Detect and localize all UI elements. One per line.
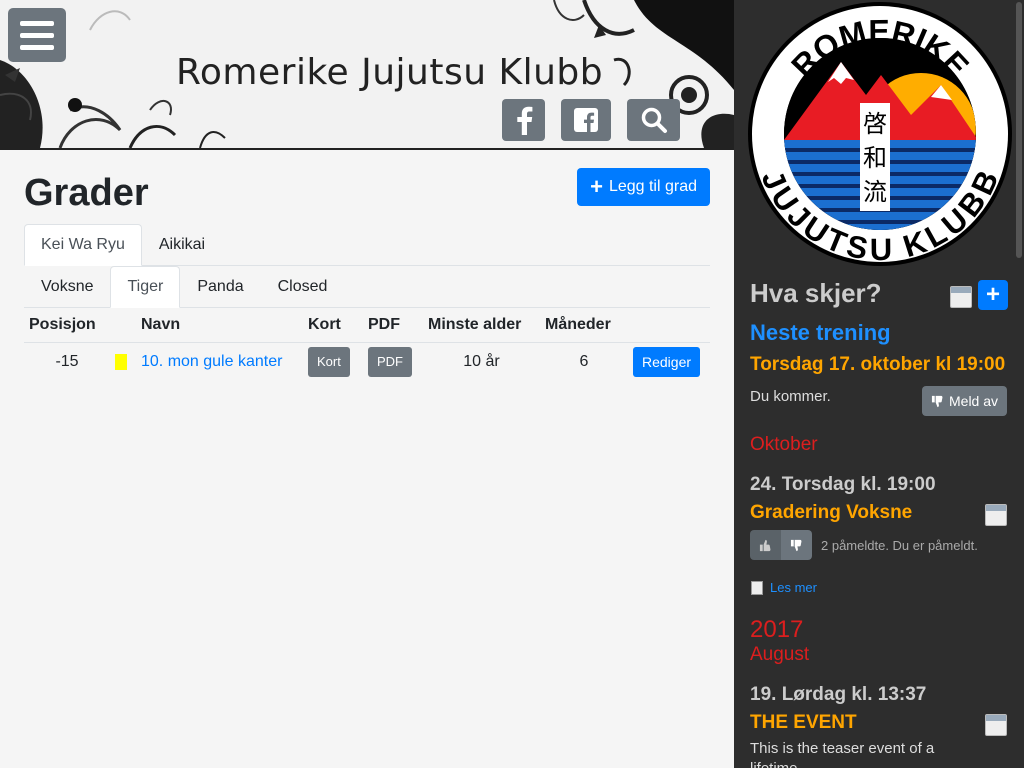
column-header-kort: Kort (303, 308, 363, 343)
sidebar: 啓 和 流 ROMERIKE JUJUTSU KLUBB Hva skjer? … (734, 0, 1024, 768)
facebook-group-button[interactable] (561, 99, 611, 141)
attendance-toggle (750, 530, 812, 560)
year-heading: 2017 (750, 616, 804, 643)
next-training-time: Torsdag 17. oktober kl 19:00 (750, 354, 1006, 375)
edit-button[interactable]: Rediger (633, 347, 701, 378)
event-title[interactable]: THE EVENT (750, 712, 857, 734)
add-grade-label: Legg til grad (608, 178, 697, 195)
site-title: Romerike Jujutsu Klubb (176, 52, 604, 93)
name-cell: 10. mon gule kanter (136, 342, 303, 382)
next-training-link[interactable]: Neste trening (750, 320, 891, 346)
calendar-icon[interactable] (985, 714, 1007, 736)
tab-closed[interactable]: Closed (261, 266, 345, 308)
column-header-min-age: Minste alder (423, 308, 540, 343)
hamburger-menu-icon (20, 20, 54, 26)
months-cell: 6 (579, 353, 589, 371)
month-heading-august: August (750, 644, 810, 665)
belt-color-swatch (115, 354, 127, 371)
facebook-icon (516, 106, 532, 135)
style-tabs: Kei Wa Ryu Aikikai (24, 224, 710, 266)
grade-name-link[interactable]: 10. mon gule kanter (141, 353, 282, 370)
belt-color-cell (110, 342, 136, 382)
document-icon (751, 581, 763, 595)
thumbs-down-button[interactable] (781, 530, 812, 560)
tab-aikikai[interactable]: Aikikai (142, 224, 222, 266)
events-heading: Hva skjer? (750, 278, 882, 308)
calendar-icon[interactable] (950, 286, 972, 308)
thumbs-down-icon (931, 395, 943, 407)
event-title[interactable]: Gradering Voksne (750, 502, 912, 524)
tab-voksne[interactable]: Voksne (24, 266, 110, 308)
kort-button[interactable]: Kort (308, 347, 350, 378)
month-heading-october: Oktober (750, 434, 818, 455)
logo-kanji-3: 流 (863, 178, 887, 206)
column-header-months: Måneder (540, 308, 628, 343)
thumbs-up-button[interactable] (750, 530, 781, 560)
page-title: Grader (24, 172, 149, 214)
search-icon (641, 107, 667, 133)
event-date: 24. Torsdag kl. 19:00 (750, 474, 936, 495)
grades-table: Posisjon Navn Kort PDF Minste alder Måne… (24, 308, 710, 382)
facebook-square-icon (574, 108, 598, 132)
logo-kanji-1: 啓 (863, 110, 887, 138)
actions-cell: Rediger (628, 342, 710, 382)
add-event-button[interactable]: + (978, 280, 1008, 310)
column-header-name: Navn (136, 308, 303, 343)
unregister-button[interactable]: Meld av (922, 386, 1008, 416)
logo-kanji-2: 和 (863, 144, 887, 172)
plus-icon: + (985, 281, 1000, 308)
add-grade-button[interactable]: + Legg til grad (577, 168, 710, 206)
unregister-label: Meld av (949, 393, 999, 409)
column-header-pdf: PDF (363, 308, 423, 343)
hamburger-menu-button[interactable] (8, 8, 66, 62)
thumbs-down-icon (790, 539, 802, 551)
club-logo: 啓 和 流 ROMERIKE JUJUTSU KLUBB (748, 2, 1012, 267)
event-attendance-status: 2 påmeldte. Du er påmeldt. (821, 538, 978, 553)
facebook-button[interactable] (502, 99, 545, 141)
column-header-actions (628, 308, 710, 343)
group-tabs: Voksne Tiger Panda Closed (24, 266, 710, 308)
kort-cell: Kort (303, 342, 363, 382)
site-header: Romerike Jujutsu Klubb (0, 0, 734, 150)
search-button[interactable] (627, 99, 680, 141)
column-header-position: Posisjon (24, 308, 110, 343)
table-row: -15 10. mon gule kanter Kort PDF 10 år 6… (24, 342, 710, 382)
event-teaser: This is the teaser event of a lifetime (750, 740, 935, 768)
pdf-button[interactable]: PDF (368, 347, 412, 378)
attending-status: Du kommer. (750, 388, 831, 405)
event-date: 19. Lørdag kl. 13:37 (750, 684, 927, 705)
table-header-row: Posisjon Navn Kort PDF Minste alder Måne… (24, 308, 710, 343)
position-cell: -15 (55, 353, 79, 371)
tab-panda[interactable]: Panda (180, 266, 260, 308)
tab-tiger[interactable]: Tiger (110, 266, 181, 308)
calendar-icon[interactable] (985, 504, 1007, 526)
thumbs-up-icon (759, 539, 771, 551)
column-header-color (110, 308, 136, 343)
min-age-cell: 10 år (463, 353, 500, 371)
read-more-link[interactable]: Les mer (770, 580, 817, 595)
tab-kei-wa-ryu[interactable]: Kei Wa Ryu (24, 224, 142, 266)
pdf-cell: PDF (363, 342, 423, 382)
plus-icon: + (590, 174, 603, 199)
sidebar-scrollbar[interactable] (1016, 2, 1022, 258)
